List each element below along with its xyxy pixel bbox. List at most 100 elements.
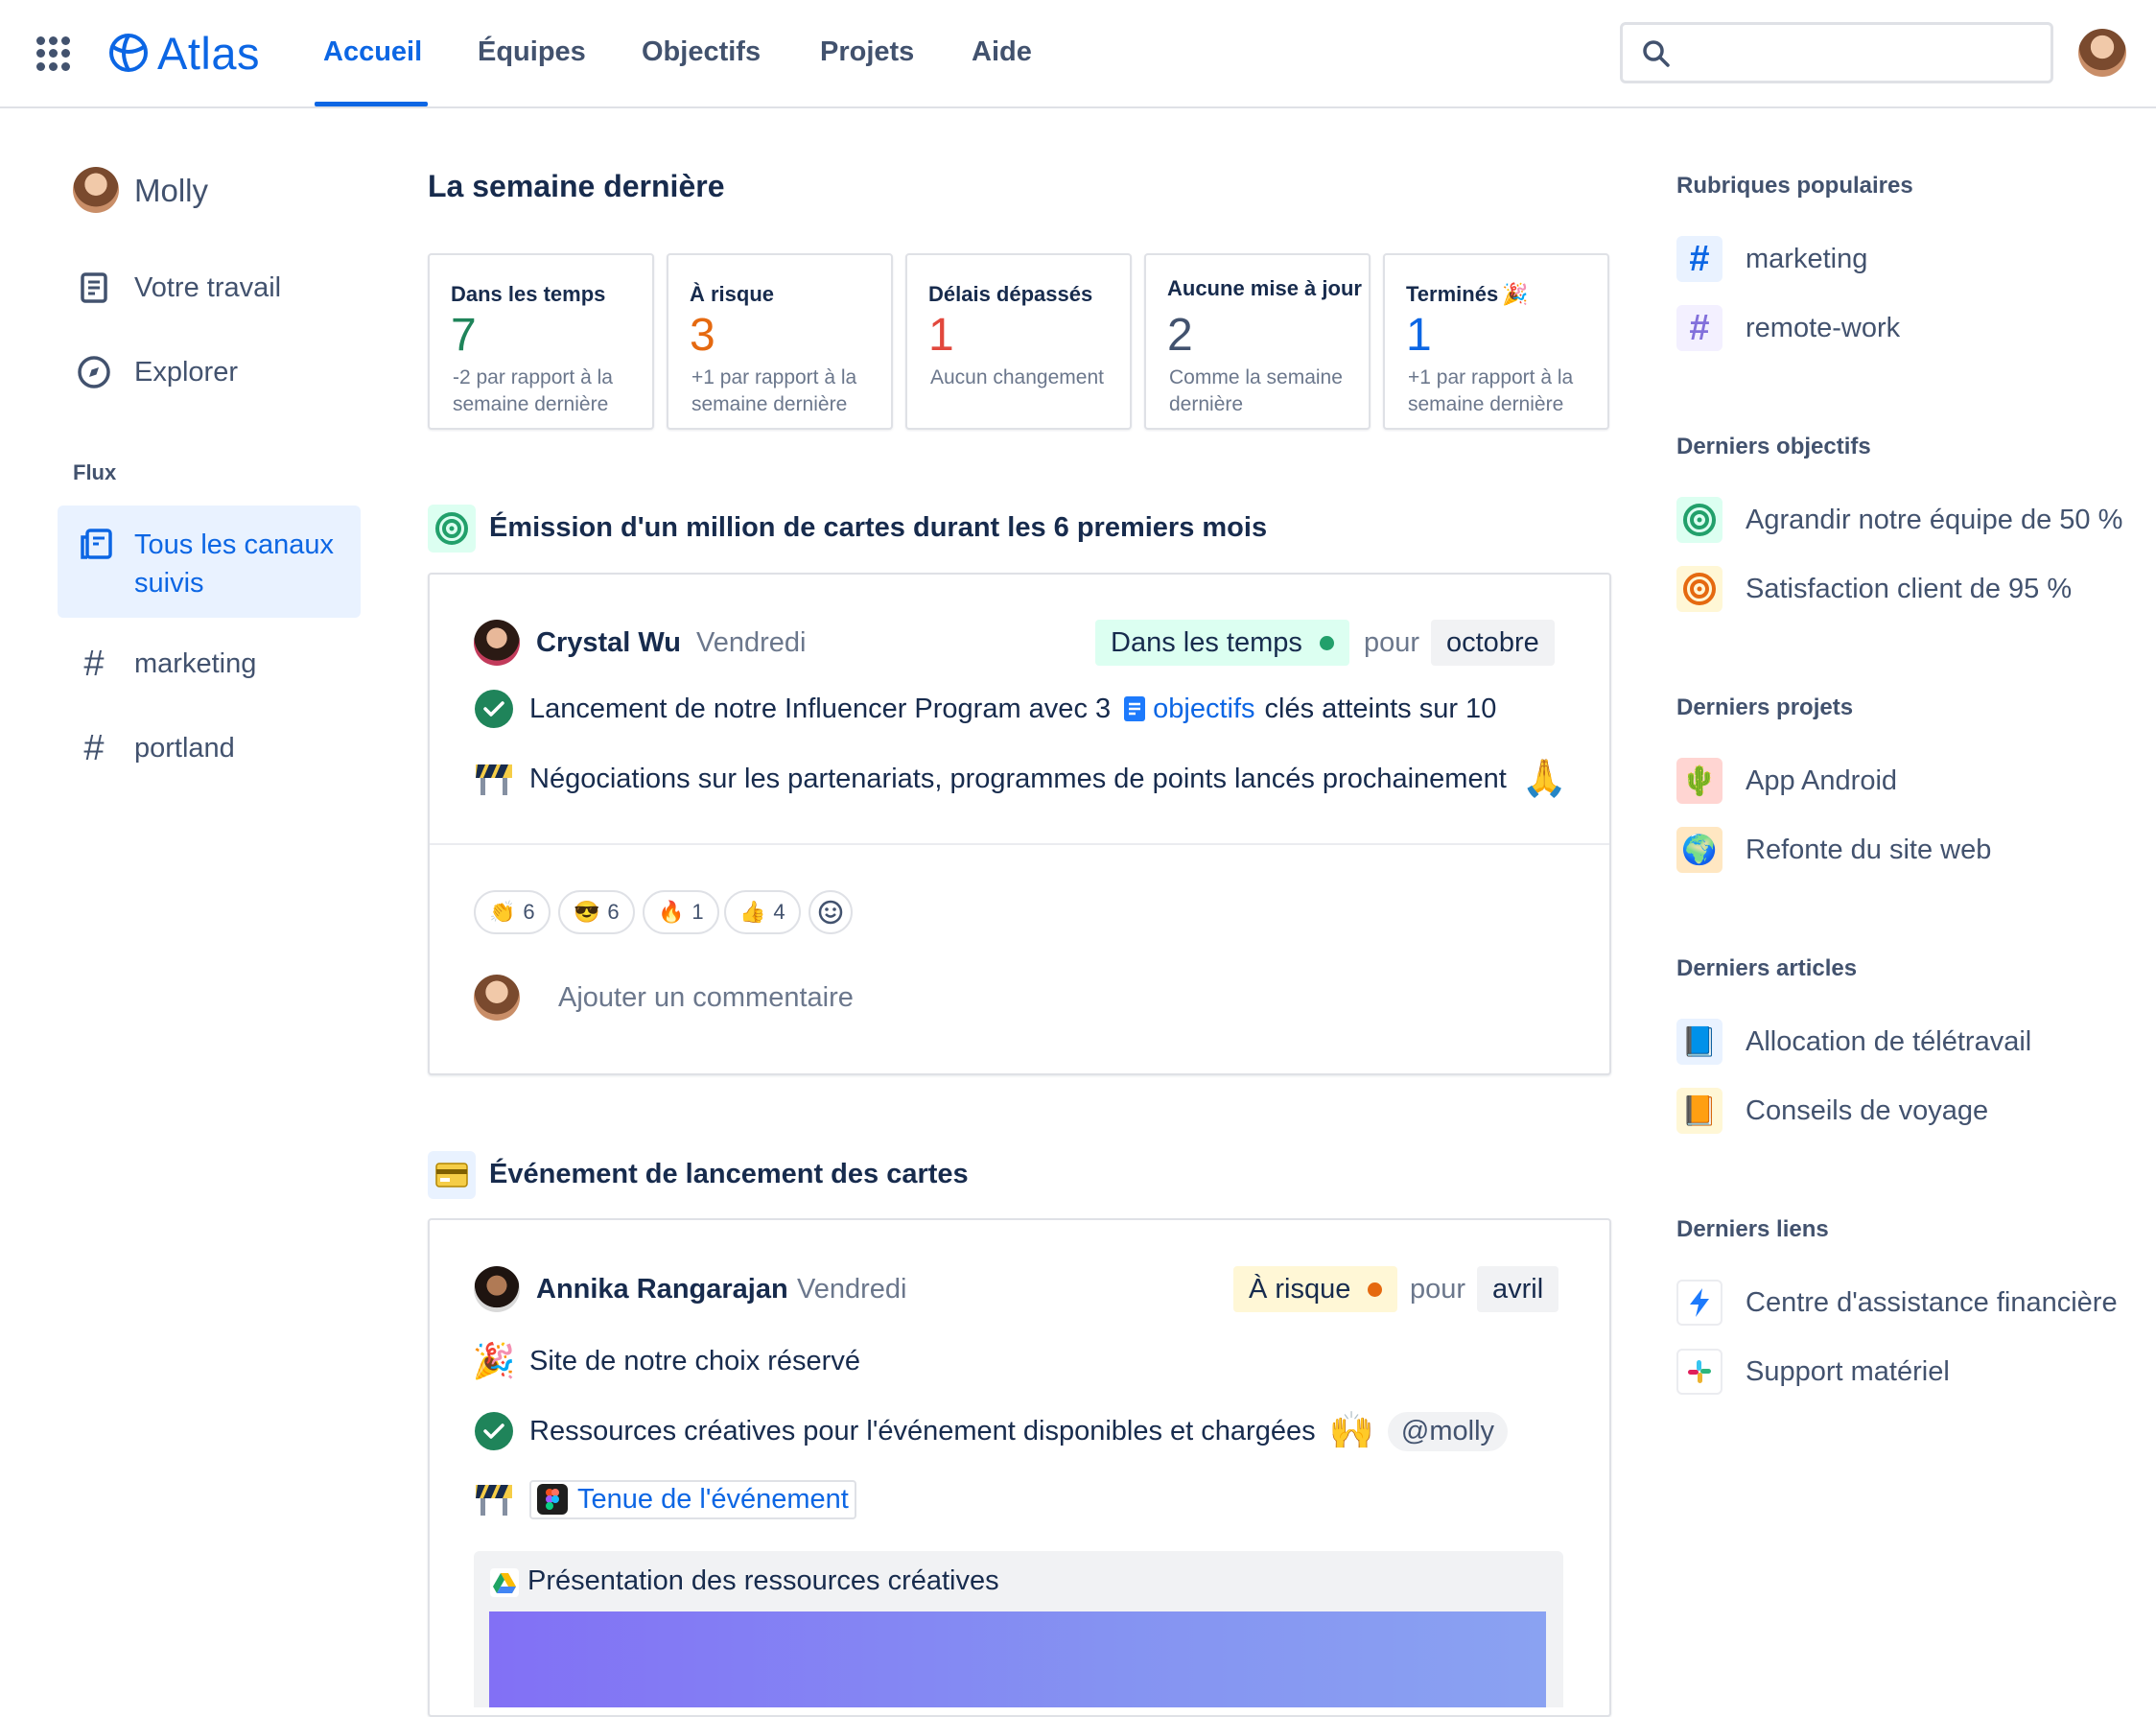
atlas-logo[interactable]: Atlas [107, 27, 260, 79]
sidebar-item-marketing[interactable]: # marketing [77, 643, 257, 684]
profile-name[interactable]: Molly [134, 173, 208, 209]
attachment-thumbnail [489, 1611, 1546, 1707]
smiley-icon [818, 900, 843, 925]
topic-remote-work[interactable]: # remote-work [1676, 305, 1900, 351]
topic-marketing[interactable]: # marketing [1676, 236, 1867, 282]
app-switcher-icon[interactable] [36, 36, 71, 71]
nav-objectifs[interactable]: Objectifs [642, 36, 761, 68]
search-icon [1643, 40, 1670, 67]
compass-icon [77, 355, 111, 389]
author-name[interactable]: Annika Rangarajan [536, 1274, 788, 1305]
reaction-clap[interactable]: 👏 6 [474, 890, 551, 934]
update-line: Tenue de l'événement [474, 1479, 856, 1519]
update-day: Vendredi [696, 627, 807, 658]
stat-card-no-update[interactable]: Aucune mise à jour 2 Comme la semaine de… [1144, 253, 1371, 430]
stat-label: Terminés 🎉 [1406, 282, 1529, 307]
update-day: Vendredi [797, 1274, 907, 1305]
reaction-fire[interactable]: 🔥 1 [643, 890, 719, 934]
recent-goal-item[interactable]: Agrandir notre équipe de 50 % [1676, 497, 2122, 543]
recent-link-item[interactable]: Centre d'assistance financière [1676, 1280, 2118, 1326]
stat-value: 7 [451, 310, 477, 361]
stat-label: Délais dépassés [928, 282, 1093, 306]
objectives-link[interactable]: objectifs [1122, 694, 1255, 725]
nav-equipes[interactable]: Équipes [478, 36, 586, 68]
check-circle-icon [474, 689, 514, 729]
user-avatar[interactable] [2078, 29, 2126, 77]
stat-subtext: +1 par rapport à la semaine dernière [1408, 366, 1574, 415]
recent-article-item[interactable]: 📘 Allocation de télétravail [1676, 1019, 2031, 1065]
reaction-count: 1 [691, 900, 704, 924]
sidebar-item-label: Votre travail [134, 271, 282, 303]
sidebar-item-votre-travail[interactable]: Votre travail [77, 270, 281, 305]
recent-projects-title: Derniers projets [1676, 694, 1854, 720]
nav-aide[interactable]: Aide [972, 36, 1032, 68]
reaction-count: 4 [773, 900, 785, 924]
attachment-title: Présentation des ressources créatives [527, 1565, 999, 1596]
sidebar-item-label: Explorer [134, 356, 238, 388]
brand-name: Atlas [157, 27, 260, 79]
reaction-cool[interactable]: 😎 6 [558, 890, 635, 934]
goal-target-icon [428, 505, 476, 553]
figma-icon [537, 1484, 568, 1515]
construction-icon [474, 1479, 514, 1519]
update-text: Ressources créatives pour l'événement di… [529, 1415, 1316, 1447]
target-month[interactable]: avril [1477, 1266, 1559, 1312]
praying-hands-icon: 🙏 [1521, 759, 1568, 799]
sidebar-item-label: marketing [134, 647, 257, 679]
stat-value: 1 [928, 310, 954, 361]
nav-accueil[interactable]: Accueil [323, 36, 422, 68]
hash-icon: # [83, 643, 105, 684]
stat-subtext: +1 par rapport à la semaine dernière [691, 366, 857, 415]
stat-value: 3 [690, 310, 715, 361]
recent-article-item[interactable]: 📙 Conseils de voyage [1676, 1088, 1988, 1134]
construction-icon [474, 759, 514, 799]
comment-input[interactable]: Ajouter un commentaire [558, 982, 854, 1014]
update-text: Site de notre choix réservé [529, 1345, 860, 1376]
stat-label: Dans les temps [451, 282, 606, 306]
google-drive-icon [490, 1568, 519, 1602]
sidebar-item-label: Tous les canaux suivis [134, 529, 334, 599]
blue-book-icon: 📘 [1676, 1019, 1722, 1065]
stat-card-overdue[interactable]: Délais dépassés 1 Aucun changement [905, 253, 1132, 430]
nav-projets[interactable]: Projets [820, 36, 914, 68]
stat-value: 2 [1167, 310, 1193, 361]
stat-label: Aucune mise à jour [1167, 276, 1362, 300]
recent-project-item[interactable]: 🌍 Refonte du site web [1676, 827, 1991, 873]
party-popper-icon: 🎉 [472, 1341, 516, 1380]
article-label: Conseils de voyage [1746, 1094, 1989, 1126]
atlas-globe-icon [109, 34, 148, 72]
profile-avatar [73, 167, 119, 213]
update-text: Négociations sur les partenariats, progr… [529, 763, 1507, 794]
reaction-thumbsup[interactable]: 👍 4 [724, 890, 801, 934]
stat-subtext: Comme la semaine dernière [1169, 366, 1343, 415]
project-label: App Android [1746, 764, 1898, 796]
author-avatar[interactable] [474, 1266, 520, 1312]
search-input[interactable] [1620, 22, 2053, 83]
recent-link-item[interactable]: Support matériel [1676, 1349, 1950, 1395]
sidebar-item-explorer[interactable]: Explorer [77, 355, 238, 389]
link-label: Support matériel [1746, 1355, 1950, 1387]
feed-icon [79, 528, 113, 567]
target-month[interactable]: octobre [1431, 620, 1555, 666]
add-reaction-button[interactable] [808, 890, 853, 934]
figma-link-chip[interactable]: Tenue de l'événement [529, 1479, 856, 1519]
clap-icon: 👏 [489, 900, 516, 924]
stat-card-on-track[interactable]: Dans les temps 7 -2 par rapport à la sem… [428, 253, 654, 430]
update-text: Lancement de notre Influencer Program av… [529, 693, 1112, 724]
author-name[interactable]: Crystal Wu [536, 627, 681, 659]
mention-chip[interactable]: @molly [1387, 1411, 1509, 1451]
goal-title[interactable]: Émission d'un million de cartes durant l… [489, 512, 1267, 544]
stat-card-completed[interactable]: Terminés 🎉 1 +1 par rapport à la semaine … [1383, 253, 1609, 430]
stat-card-at-risk[interactable]: À risque 3 +1 par rapport à la semaine d… [667, 253, 893, 430]
pour-label: pour [1364, 627, 1420, 658]
commenter-avatar [474, 975, 520, 1021]
status-label: Dans les temps [1111, 626, 1302, 658]
author-avatar[interactable] [474, 620, 520, 666]
party-emoji-icon: 🎉 [1502, 282, 1529, 306]
recent-goal-item[interactable]: Satisfaction client de 95 % [1676, 566, 2072, 612]
sidebar-item-portland[interactable]: # portland [77, 728, 234, 768]
goal-label: Agrandir notre équipe de 50 % [1746, 504, 2123, 535]
goal-title[interactable]: Événement de lancement des cartes [489, 1159, 969, 1190]
topic-label: marketing [1746, 243, 1868, 274]
recent-project-item[interactable]: 🌵 App Android [1676, 758, 1897, 804]
